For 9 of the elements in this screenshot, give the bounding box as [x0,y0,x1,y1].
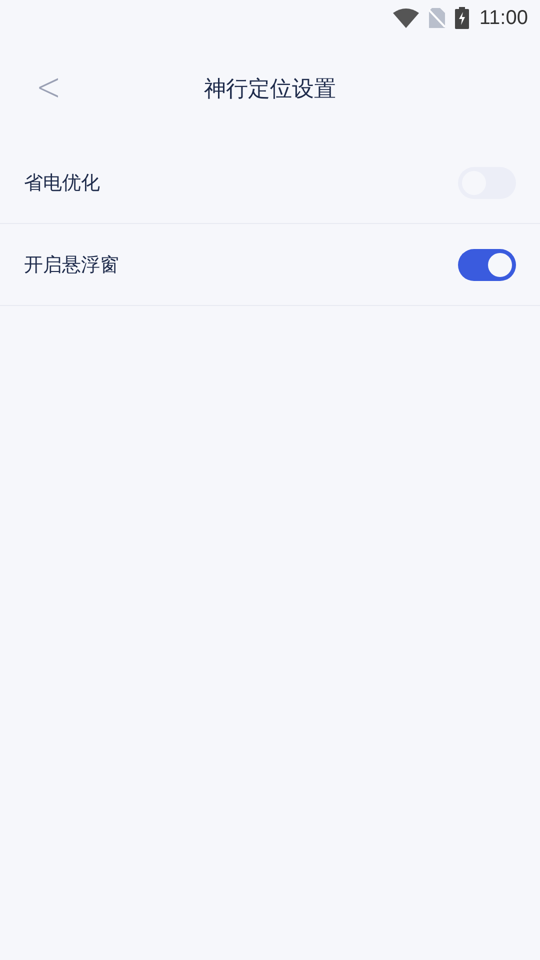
back-button[interactable]: < [28,64,70,110]
setting-label: 省电优化 [24,170,100,196]
wifi-icon [393,8,420,28]
setting-label: 开启悬浮窗 [24,252,119,278]
no-sim-icon [429,8,446,28]
battery-charging-icon [455,7,470,29]
toggle-switch[interactable] [458,248,516,280]
page-title: 神行定位设置 [204,76,336,104]
status-time: 11:00 [479,6,528,30]
